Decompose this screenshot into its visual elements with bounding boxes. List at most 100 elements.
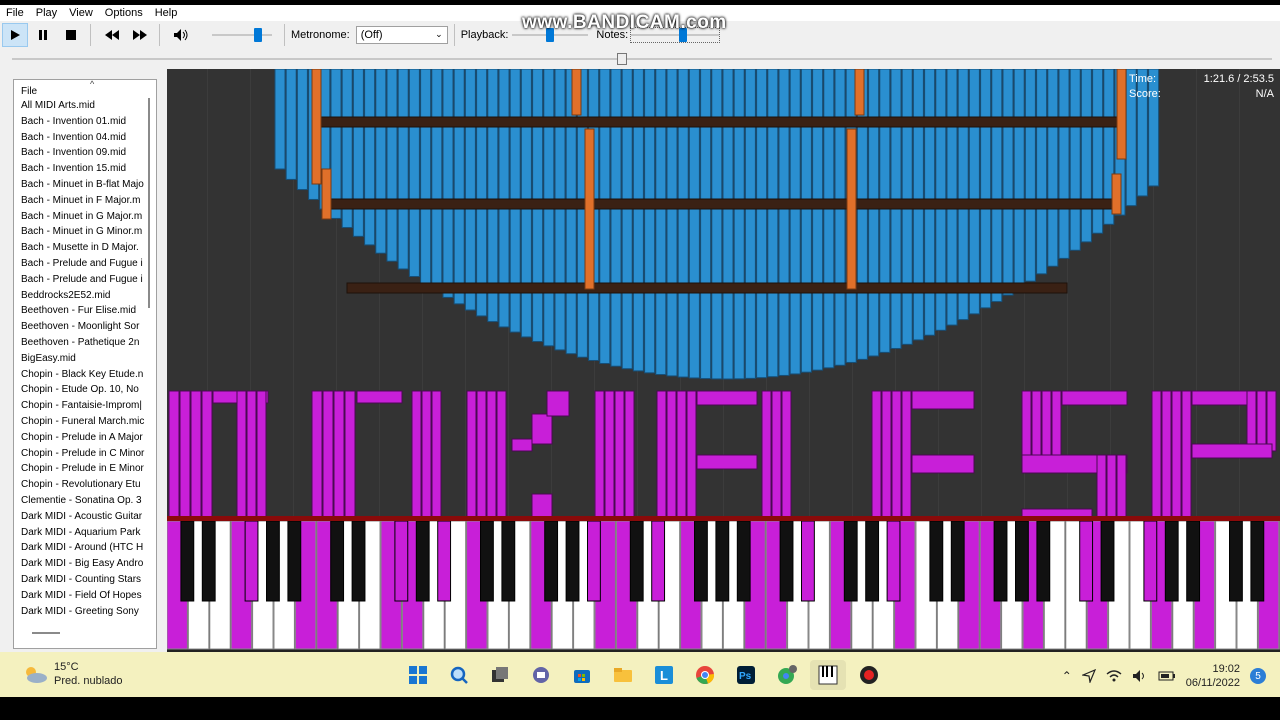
battery-icon[interactable] xyxy=(1158,669,1176,683)
fast-forward-button[interactable] xyxy=(127,23,153,47)
black-key xyxy=(929,521,944,602)
horizontal-scrollbar[interactable] xyxy=(32,632,60,634)
file-list-item[interactable]: Bach - Prelude and Fugue i xyxy=(14,272,156,288)
weather-description: Pred. nublado xyxy=(54,675,123,687)
notification-badge[interactable]: 5 xyxy=(1250,668,1266,684)
volume-slider-thumb[interactable] xyxy=(253,28,262,42)
seek-thumb[interactable] xyxy=(616,53,627,65)
file-list-item[interactable]: Dark MIDI - Greeting Sony xyxy=(14,604,156,620)
metronome-select[interactable]: (Off) ⌄ xyxy=(355,26,448,44)
blue-note xyxy=(722,69,734,380)
blue-note xyxy=(1069,69,1081,251)
blue-note xyxy=(296,69,308,191)
windows-start-icon[interactable] xyxy=(400,660,436,690)
file-list-item[interactable]: BigEasy.mid xyxy=(14,351,156,367)
black-key xyxy=(886,521,901,602)
seek-bar[interactable] xyxy=(0,49,1280,69)
task-view-icon[interactable] xyxy=(482,660,518,690)
volume-icon[interactable] xyxy=(1132,669,1148,683)
purple-note xyxy=(546,390,570,417)
piano-keyboard[interactable] xyxy=(167,521,1280,652)
file-list-item[interactable]: Bach - Minuet in G Major.m xyxy=(14,209,156,225)
purple-note xyxy=(190,390,202,521)
file-list-item[interactable]: Chopin - Funeral March.mic xyxy=(14,414,156,430)
file-list-item[interactable]: Bach - Minuet in G Minor.m xyxy=(14,224,156,240)
chat-icon[interactable] xyxy=(523,660,559,690)
file-list-item[interactable]: Bach - Invention 04.mid xyxy=(14,130,156,146)
blue-note xyxy=(968,69,980,315)
menu-help[interactable]: Help xyxy=(155,7,178,19)
weather-widget[interactable]: 15°C Pred. nublado xyxy=(22,660,123,688)
blue-note xyxy=(1013,69,1025,289)
vertical-scrollbar[interactable] xyxy=(148,98,150,308)
taskbar: 15°C Pred. nublado L Ps ⌃ 19:02 06/11/20… xyxy=(0,652,1280,697)
chrome-profile-icon[interactable] xyxy=(769,660,805,690)
file-list-item[interactable]: Bach - Minuet in F Major.m xyxy=(14,193,156,209)
file-column-header[interactable]: File xyxy=(14,80,156,98)
system-tray: ⌃ 19:02 06/11/2022 5 xyxy=(1062,662,1266,690)
purple-note xyxy=(179,390,191,521)
file-list-item[interactable]: Chopin - Black Key Etude.n xyxy=(14,367,156,383)
blue-note xyxy=(285,69,297,180)
file-list-item[interactable]: Beethoven - Fur Elise.mid xyxy=(14,303,156,319)
file-list-item[interactable]: Bach - Minuet in B-flat Majo xyxy=(14,177,156,193)
record-icon[interactable] xyxy=(851,660,887,690)
blue-note xyxy=(823,69,835,369)
file-list-item[interactable]: Chopin - Prelude in C Minor xyxy=(14,446,156,462)
blue-note xyxy=(711,69,723,380)
rewind-button[interactable] xyxy=(99,23,125,47)
file-list-item[interactable]: Chopin - Revolutionary Etu xyxy=(14,477,156,493)
file-list-item[interactable]: Bach - Musette in D Major. xyxy=(14,240,156,256)
blue-note xyxy=(397,69,409,270)
file-list-item[interactable]: Bach - Invention 01.mid xyxy=(14,114,156,130)
menu-file[interactable]: File xyxy=(6,7,24,19)
chrome-icon[interactable] xyxy=(687,660,723,690)
file-list-item[interactable]: Dark MIDI - Around (HTC H xyxy=(14,540,156,556)
orange-note xyxy=(1111,173,1122,215)
system-clock[interactable]: 19:02 06/11/2022 xyxy=(1186,662,1240,690)
sort-ascending-icon[interactable]: ^ xyxy=(90,80,94,89)
black-key xyxy=(1015,521,1029,602)
store-icon[interactable] xyxy=(564,660,600,690)
file-list-item[interactable]: Chopin - Etude Op. 10, No xyxy=(14,382,156,398)
file-list-item[interactable]: Bach - Invention 09.mid xyxy=(14,145,156,161)
chevron-up-icon[interactable]: ⌃ xyxy=(1062,669,1072,683)
file-list-item[interactable]: Dark MIDI - Big Easy Andro xyxy=(14,556,156,572)
pause-button[interactable] xyxy=(30,23,56,47)
purple-note xyxy=(344,390,356,521)
file-list-item[interactable]: Clementie - Sonatina Op. 3 xyxy=(14,493,156,509)
file-list-item[interactable]: Bach - Invention 15.mid xyxy=(14,161,156,177)
file-list-item[interactable]: Dark MIDI - Counting Stars xyxy=(14,572,156,588)
menu-view[interactable]: View xyxy=(69,7,93,19)
black-key xyxy=(1143,521,1158,602)
file-list-item[interactable]: Beethoven - Moonlight Sor xyxy=(14,319,156,335)
stop-button[interactable] xyxy=(58,23,84,47)
volume-slider[interactable] xyxy=(212,28,272,42)
file-list-item[interactable]: Chopin - Prelude in E Minor xyxy=(14,461,156,477)
location-icon[interactable] xyxy=(1081,669,1096,683)
file-list-item[interactable]: Dark MIDI - Acoustic Guitar xyxy=(14,509,156,525)
purple-note xyxy=(431,390,442,521)
search-icon[interactable] xyxy=(441,660,477,690)
file-list-item[interactable]: Chopin - Prelude in A Major xyxy=(14,430,156,446)
purple-note xyxy=(201,390,213,521)
file-list-item[interactable]: Beddrocks2E52.mid xyxy=(14,288,156,304)
blue-note xyxy=(677,69,689,378)
photoshop-icon[interactable]: Ps xyxy=(728,660,764,690)
file-list-item[interactable]: Beethoven - Pathetique 2n xyxy=(14,335,156,351)
app-l-icon[interactable]: L xyxy=(646,660,682,690)
menu-play[interactable]: Play xyxy=(36,7,57,19)
file-list-item[interactable]: All MIDI Arts.mid xyxy=(14,98,156,114)
wifi-icon[interactable] xyxy=(1106,669,1122,683)
piano-app-icon[interactable] xyxy=(810,660,846,690)
mute-button[interactable] xyxy=(168,23,194,47)
menu-options[interactable]: Options xyxy=(105,7,143,19)
file-list-item[interactable]: Chopin - Fantaisie-Improm| xyxy=(14,398,156,414)
file-explorer-icon[interactable] xyxy=(605,660,641,690)
purple-note xyxy=(624,390,635,521)
file-list-item[interactable]: Bach - Prelude and Fugue i xyxy=(14,256,156,272)
file-list-item[interactable]: Dark MIDI - Field Of Hopes xyxy=(14,588,156,604)
play-button[interactable] xyxy=(2,23,28,47)
score-label: Score: xyxy=(1129,88,1161,100)
file-list-item[interactable]: Dark MIDI - Aquarium Park xyxy=(14,525,156,541)
